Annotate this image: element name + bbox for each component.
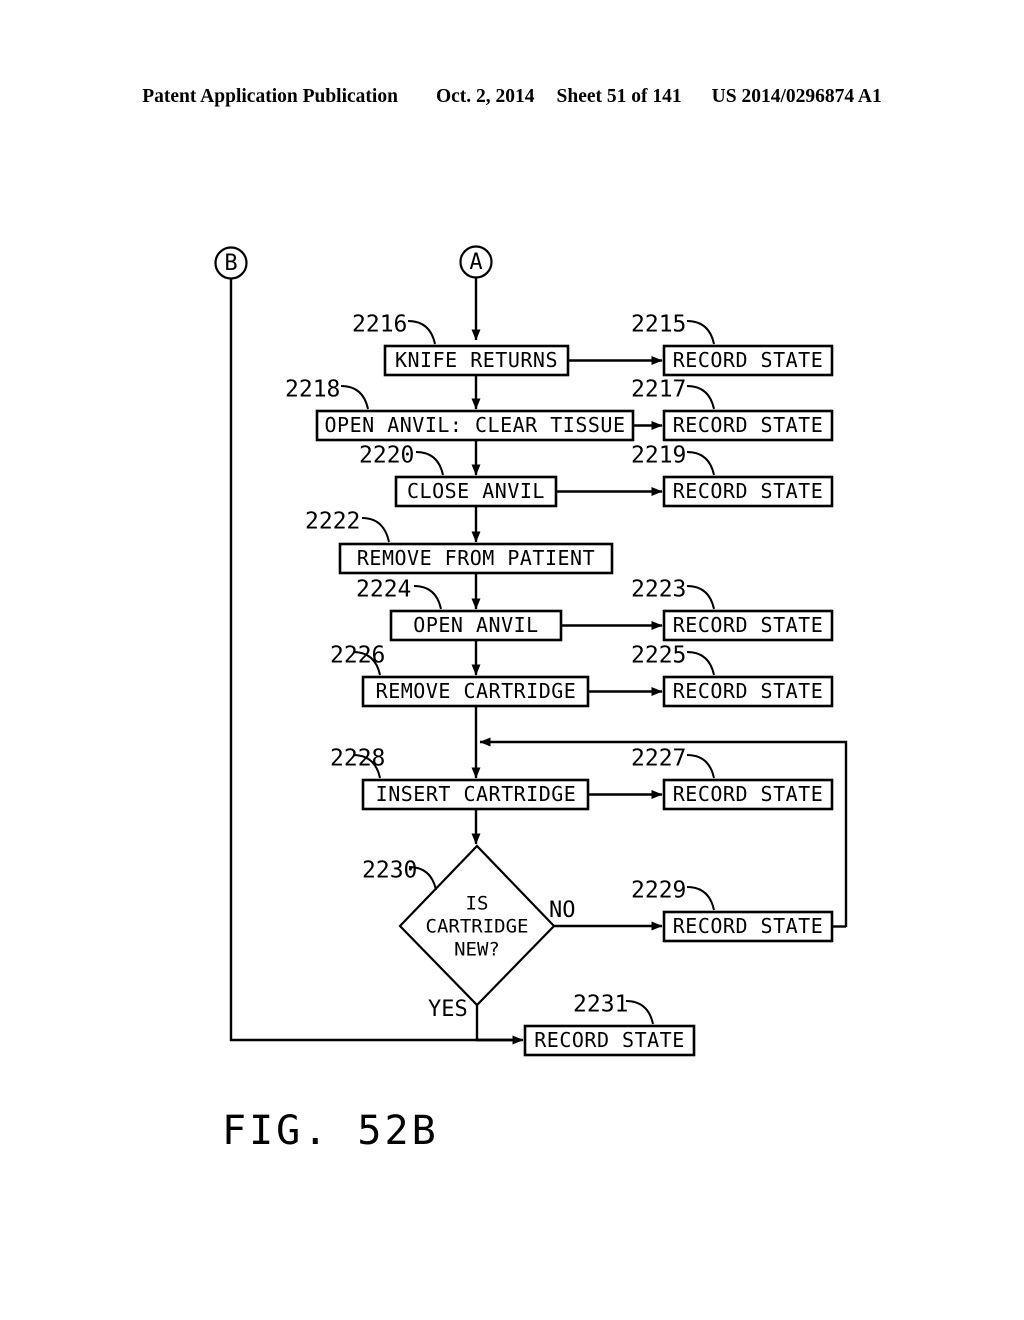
leader-line-2215 xyxy=(686,320,715,345)
patent-page: Patent Application Publication Oct. 2, 2… xyxy=(0,0,1024,1320)
ref-number-2220: 2220 xyxy=(359,443,414,469)
process-label-open-anvil: OPEN ANVIL xyxy=(413,613,538,637)
leader-line-2219 xyxy=(686,451,715,476)
leader-line-2223 xyxy=(686,585,715,610)
edge-decision-yes-down xyxy=(475,1005,521,1042)
process-box-remove-cartridge: REMOVE CARTRIDGE xyxy=(361,675,590,708)
ref-number-2229: 2229 xyxy=(631,878,686,904)
process-box-close-anvil: CLOSE ANVIL xyxy=(394,475,558,508)
leader-line-2216 xyxy=(407,320,436,345)
leader-line-2225 xyxy=(686,651,715,676)
ref-number-2222: 2222 xyxy=(305,509,360,535)
record-state-label-2217: RECORD STATE xyxy=(673,413,824,437)
connector-b-label: B xyxy=(224,251,237,276)
flowchart-diagram: B A KNIFE RETURNS 2216 RECORD STATE 2215… xyxy=(214,245,848,1057)
figure-caption: FIG. 52B xyxy=(222,1108,439,1154)
leader-line-2222 xyxy=(361,517,390,543)
process-label-remove-cartridge: REMOVE CARTRIDGE xyxy=(376,679,577,703)
record-state-box-2215: RECORD STATE xyxy=(662,344,834,377)
record-state-label-2231: RECORD STATE xyxy=(534,1028,685,1052)
process-box-remove-from-patient: REMOVE FROM PATIENT xyxy=(338,542,614,575)
connector-a: A xyxy=(459,245,493,279)
process-box-open-anvil: OPEN ANVIL xyxy=(389,609,563,642)
ref-number-2227: 2227 xyxy=(631,746,686,772)
ref-number-2225: 2225 xyxy=(631,643,686,669)
ref-number-2218: 2218 xyxy=(285,377,340,403)
decision-yes-label: YES xyxy=(428,997,468,1022)
ref-number-2231: 2231 xyxy=(573,992,628,1018)
leader-line-2218 xyxy=(340,385,369,410)
record-state-box-2225: RECORD STATE xyxy=(662,675,834,708)
ref-number-2217: 2217 xyxy=(631,377,686,403)
record-state-box-2217: RECORD STATE xyxy=(662,409,834,442)
record-state-label-2219: RECORD STATE xyxy=(673,479,824,503)
ref-number-2223: 2223 xyxy=(631,577,686,603)
decision-label-line2: CARTRIDGE xyxy=(426,916,529,938)
leader-line-2229 xyxy=(686,886,715,911)
process-label-knife-returns: KNIFE RETURNS xyxy=(395,348,558,372)
ref-number-2219: 2219 xyxy=(631,443,686,469)
decision-no-label: NO xyxy=(549,898,576,923)
record-state-label-2225: RECORD STATE xyxy=(673,679,824,703)
record-state-label-2223: RECORD STATE xyxy=(673,613,824,637)
process-label-open-anvil-clear-tissue: OPEN ANVIL: CLEAR TISSUE xyxy=(325,413,626,437)
ref-number-2230: 2230 xyxy=(362,858,417,884)
ref-number-2224: 2224 xyxy=(356,577,411,603)
leader-line-2217 xyxy=(686,385,715,410)
process-box-open-anvil-clear-tissue: OPEN ANVIL: CLEAR TISSUE xyxy=(315,409,635,442)
process-label-close-anvil: CLOSE ANVIL xyxy=(407,479,545,503)
connector-b: B xyxy=(214,246,248,280)
process-box-knife-returns: KNIFE RETURNS xyxy=(383,344,570,377)
ref-number-2216: 2216 xyxy=(352,312,407,338)
record-state-label-2227: RECORD STATE xyxy=(673,782,824,806)
connector-a-label: A xyxy=(469,250,482,275)
leader-line-2227 xyxy=(686,754,715,779)
record-state-box-2227: RECORD STATE xyxy=(662,778,834,811)
record-state-label-2229: RECORD STATE xyxy=(673,914,824,938)
decision-label-line1: IS xyxy=(466,893,489,915)
process-label-remove-from-patient: REMOVE FROM PATIENT xyxy=(357,546,595,570)
process-label-insert-cartridge: INSERT CARTRIDGE xyxy=(376,782,577,806)
record-state-box-2231: RECORD STATE xyxy=(523,1024,696,1057)
leader-line-2224 xyxy=(413,585,442,610)
decision-label-line3: NEW? xyxy=(454,939,500,961)
leader-line-2231 xyxy=(625,1000,654,1025)
leader-line-2220 xyxy=(415,451,444,476)
process-box-insert-cartridge: INSERT CARTRIDGE xyxy=(361,778,590,811)
ref-number-2215: 2215 xyxy=(631,312,686,338)
record-state-box-2229: RECORD STATE xyxy=(662,910,834,943)
record-state-box-2219: RECORD STATE xyxy=(662,475,834,508)
record-state-box-2223: RECORD STATE xyxy=(662,609,834,642)
record-state-label-2215: RECORD STATE xyxy=(673,348,824,372)
